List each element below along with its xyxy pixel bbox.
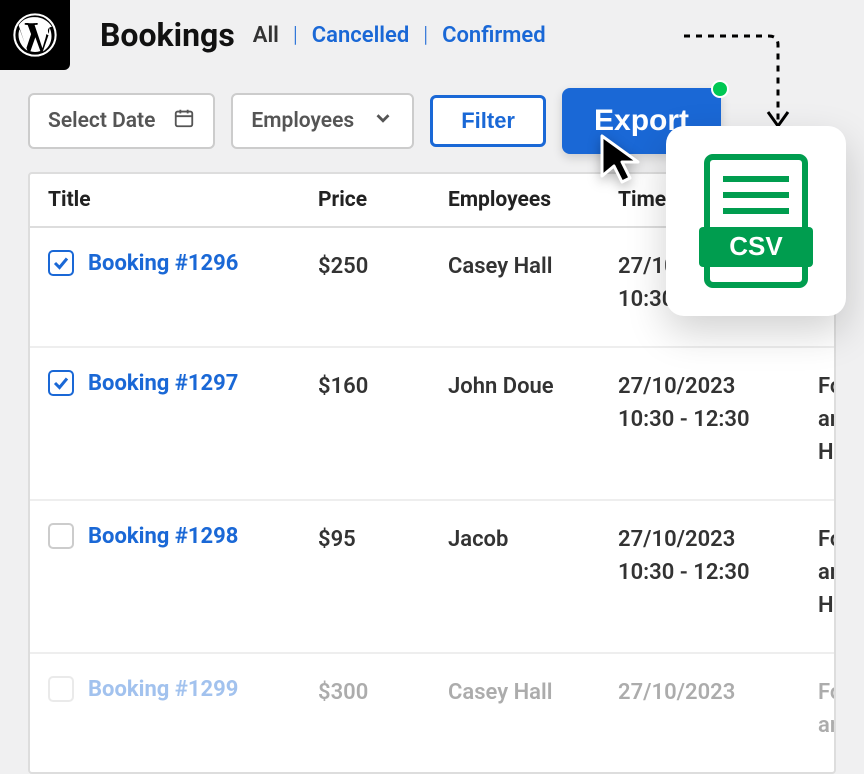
filter-button[interactable]: Filter xyxy=(430,95,546,147)
booking-title[interactable]: Booking #1298 xyxy=(88,524,238,549)
col-employees: Employees xyxy=(448,188,618,212)
time-cell: 27/10/2023 10:30 - 12:30 xyxy=(618,370,818,436)
tab-all[interactable]: All xyxy=(253,23,279,48)
employee-cell: Jacob xyxy=(448,523,618,556)
price-cell: $95 xyxy=(318,523,448,556)
employee-cell: John Doue xyxy=(448,370,618,403)
booking-title[interactable]: Booking #1297 xyxy=(88,371,238,396)
table-row: Booking #1299 $300 Casey Hall 27/10/2023… xyxy=(30,654,834,772)
cursor-icon xyxy=(594,132,650,188)
tab-cancelled[interactable]: Cancelled xyxy=(312,23,409,48)
notification-dot-icon xyxy=(711,80,729,98)
calendar-icon xyxy=(173,107,195,135)
time-cell: 27/10/2023 xyxy=(618,676,818,709)
booking-title[interactable]: Booking #1299 xyxy=(88,677,238,702)
employees-label: Employees xyxy=(251,109,354,133)
time-cell: 27/10/2023 10:30 - 12:30 xyxy=(618,523,818,589)
separator: | xyxy=(423,23,428,48)
table-row: Booking #1298 $95 Jacob 27/10/2023 10:30… xyxy=(30,501,834,654)
csv-export-card: CSV xyxy=(666,126,846,316)
select-date-label: Select Date xyxy=(48,109,155,133)
table-row: Booking #1297 $160 John Doue 27/10/2023 … xyxy=(30,348,834,501)
row-checkbox[interactable] xyxy=(48,676,74,702)
tab-confirmed[interactable]: Confirmed xyxy=(442,23,546,48)
separator: | xyxy=(293,23,298,48)
employee-cell: Casey Hall xyxy=(448,250,618,283)
col-price: Price xyxy=(318,188,448,212)
wordpress-logo-icon xyxy=(0,0,70,70)
status-tabs: All | Cancelled | Confirmed xyxy=(253,23,546,48)
price-cell: $160 xyxy=(318,370,448,403)
price-cell: $300 xyxy=(318,676,448,709)
row-checkbox[interactable] xyxy=(48,523,74,549)
employee-cell: Casey Hall xyxy=(448,676,618,709)
page-title: Bookings xyxy=(100,16,235,54)
employees-dropdown[interactable]: Employees xyxy=(231,93,414,149)
csv-label: CSV xyxy=(729,231,783,261)
price-cell: $250 xyxy=(318,250,448,283)
booking-title[interactable]: Booking #1296 xyxy=(88,251,238,276)
extra-cell: Food and Healcth xyxy=(818,523,836,622)
chevron-down-icon xyxy=(372,107,394,135)
extra-cell: Food and xyxy=(818,676,836,742)
extra-cell: Food and Healcth xyxy=(818,370,836,469)
row-checkbox[interactable] xyxy=(48,370,74,396)
row-checkbox[interactable] xyxy=(48,250,74,276)
col-title: Title xyxy=(48,188,318,212)
header: Bookings All | Cancelled | Confirmed xyxy=(0,0,864,70)
select-date-dropdown[interactable]: Select Date xyxy=(28,93,215,149)
